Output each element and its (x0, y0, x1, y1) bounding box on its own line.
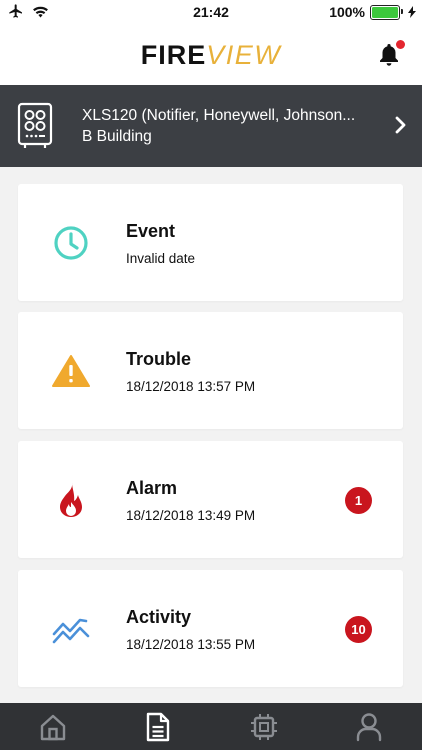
app-header: FIREVIEW (0, 26, 422, 85)
notifications-button[interactable] (378, 40, 405, 66)
activity-icon (52, 618, 90, 644)
flame-icon (60, 483, 82, 517)
document-icon (146, 712, 170, 742)
status-bar: 21:42 100% (0, 0, 422, 26)
panel-selector[interactable]: XLS120 (Notifier, Honeywell, Johnson... … (0, 85, 422, 167)
card-activity[interactable]: Activity 18/12/2018 13:55 PM 10 (18, 570, 403, 687)
card-alarm-subtitle: 18/12/2018 13:49 PM (126, 508, 256, 523)
control-panel-icon (17, 102, 53, 148)
card-trouble-title: Trouble (126, 349, 192, 369)
card-activity-subtitle: 18/12/2018 13:55 PM (126, 637, 256, 652)
tab-reports[interactable] (143, 712, 173, 742)
tab-bar (0, 703, 422, 750)
activity-count-badge: 10 (345, 616, 372, 643)
card-alarm-title: Alarm (126, 478, 178, 498)
status-right: 100% (329, 4, 416, 20)
tab-devices[interactable] (249, 712, 279, 742)
card-event-icon-wrap (52, 224, 90, 262)
warning-icon (52, 355, 90, 387)
card-event[interactable]: Event Invalid date (18, 184, 403, 301)
alarm-count-badge: 1 (345, 487, 372, 514)
battery-fill (372, 6, 398, 18)
card-trouble-icon-wrap (52, 352, 90, 390)
app-logo: FIREVIEW (0, 40, 422, 71)
home-icon (40, 714, 66, 741)
card-trouble[interactable]: Trouble 18/12/2018 13:57 PM (18, 312, 403, 429)
user-icon (356, 713, 382, 742)
panel-name: XLS120 (Notifier, Honeywell, Johnson... (82, 107, 356, 124)
charging-icon (408, 6, 416, 18)
tab-profile[interactable] (354, 712, 384, 742)
card-trouble-subtitle: 18/12/2018 13:57 PM (126, 379, 256, 394)
card-alarm[interactable]: Alarm 18/12/2018 13:49 PM 1 (18, 441, 403, 558)
notification-dot (396, 40, 405, 49)
card-alarm-icon-wrap (52, 481, 90, 519)
card-event-title: Event (126, 221, 176, 241)
card-activity-title: Activity (126, 607, 192, 627)
tab-home[interactable] (38, 712, 68, 742)
battery-percent: 100% (329, 4, 365, 20)
battery-icon (370, 4, 403, 20)
chip-icon (251, 714, 277, 740)
card-activity-icon-wrap (52, 610, 90, 648)
logo-view: VIEW (206, 40, 282, 70)
card-event-subtitle: Invalid date (126, 251, 196, 266)
chevron-right-icon (395, 116, 406, 134)
logo-fire: FIRE (140, 40, 207, 70)
clock-icon (54, 226, 88, 260)
panel-location: B Building (82, 128, 152, 145)
